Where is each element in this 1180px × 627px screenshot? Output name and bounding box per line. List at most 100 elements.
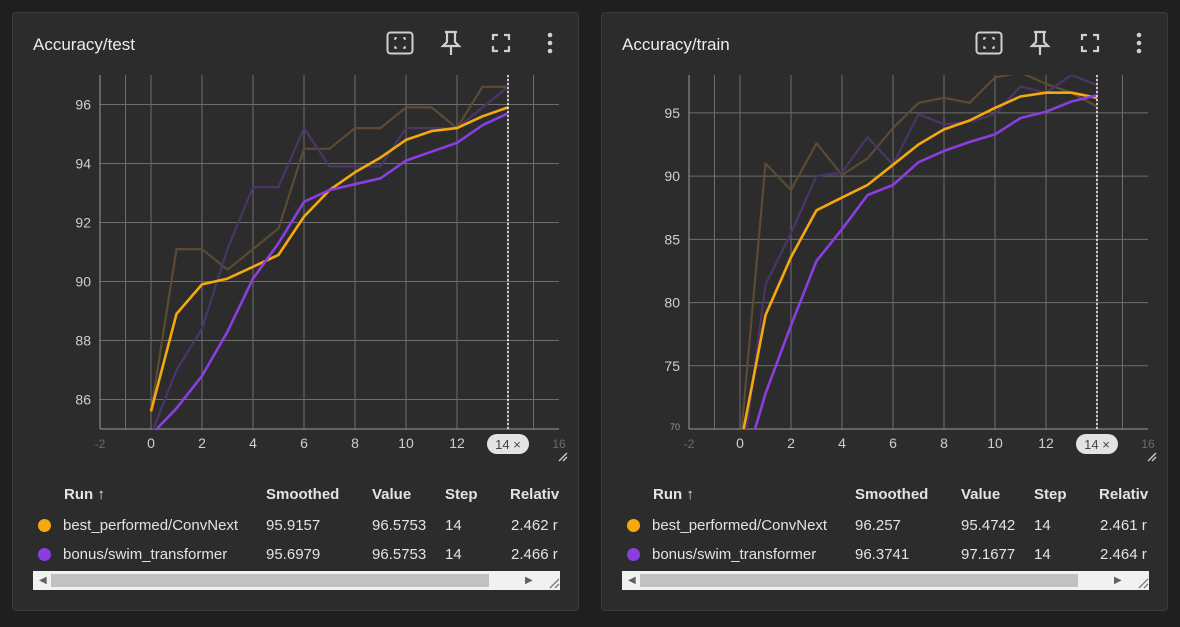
- svg-text:14 ×: 14 ×: [495, 437, 521, 452]
- scrollbar-thumb[interactable]: [640, 574, 1078, 587]
- y-tick-label: 90: [664, 168, 680, 184]
- x-tick-label: 16: [1141, 437, 1155, 451]
- cell-relative: 2.464 r: [1100, 546, 1147, 563]
- cell-smoothed: 95.6979: [266, 546, 321, 563]
- cell-step: 14: [445, 546, 462, 563]
- y-tick-label: 80: [664, 295, 680, 311]
- scroll-left-icon[interactable]: ◀: [628, 575, 636, 586]
- y-tick-label: 70: [670, 422, 680, 432]
- pin-icon[interactable]: [437, 29, 465, 57]
- plot-resize-icon: [1147, 452, 1157, 462]
- cell-value: 97.1677: [961, 546, 1016, 563]
- x-tick-label: 16: [552, 437, 566, 451]
- card-title: Accuracy/test: [33, 35, 136, 54]
- scroll-right-icon[interactable]: ▶: [525, 575, 533, 586]
- column-header-run[interactable]: Run ↑: [64, 486, 105, 503]
- series-line-convnext[interactable]: [740, 91, 1098, 448]
- x-tick-label: 4: [838, 435, 846, 451]
- cell-relative: 2.466 r: [511, 546, 558, 563]
- column-header-relative: Relativ: [1099, 486, 1149, 503]
- fullscreen-icon[interactable]: [1076, 29, 1104, 57]
- y-tick-label: 96: [75, 97, 91, 113]
- more-vert-icon[interactable]: [536, 29, 564, 57]
- series-line-swim-raw[interactable]: [740, 75, 1098, 469]
- x-tick-label: 2: [787, 435, 795, 451]
- cell-step: 14: [1034, 546, 1051, 563]
- y-tick-label: 88: [75, 333, 91, 349]
- table-row[interactable]: bonus/swim_transformer 95.6979 96.5753 14 2.…: [13, 544, 578, 568]
- x-tick-label: -2: [684, 437, 695, 451]
- card-title: Accuracy/train: [622, 35, 730, 54]
- x-tick-label: 10: [398, 435, 414, 451]
- table-row[interactable]: best_performed/ConvNext 96.257 95.4742 14 2.…: [602, 515, 1167, 539]
- line-chart[interactable]: 70 75 80 85 90 95 -2 0 2 4 6 8 10 12 16 14 ×: [602, 73, 1168, 469]
- table-row[interactable]: bonus/swim_transformer 96.3741 97.1677 14 2.…: [602, 544, 1167, 568]
- chart-card-accuracy-test: Accuracy/test 86 88 90 92 94 96 -2 0 2 4 6 8 10 12 16 1…: [12, 12, 579, 611]
- cell-run: bonus/swim_transformer: [63, 546, 228, 563]
- table-header: Run ↑ Smoothed Value Step Relativ: [602, 469, 1167, 503]
- cell-value: 95.4742: [961, 517, 1016, 534]
- horizontal-scrollbar[interactable]: ◀ ▶: [622, 571, 1149, 590]
- x-tick-label: 2: [198, 435, 206, 451]
- fit-domain-icon[interactable]: [975, 29, 1003, 57]
- run-color-dot[interactable]: [627, 519, 640, 532]
- run-color-dot[interactable]: [627, 548, 640, 561]
- scroll-left-icon[interactable]: ◀: [39, 575, 47, 586]
- y-tick-label: 92: [75, 215, 91, 231]
- series-line-swim[interactable]: [740, 93, 1098, 469]
- column-header-value: Value: [372, 486, 412, 503]
- series-line-convnext-raw[interactable]: [149, 85, 508, 412]
- x-tick-label: 4: [249, 435, 257, 451]
- y-tick-label: 85: [664, 231, 680, 247]
- step-cursor-chip[interactable]: 14 ×: [1076, 434, 1118, 454]
- x-tick-label: 0: [736, 435, 744, 451]
- cell-smoothed: 96.257: [855, 517, 901, 534]
- table-header: Run ↑ Smoothed Value Step Relativ: [13, 469, 578, 503]
- run-color-dot[interactable]: [38, 519, 51, 532]
- cell-relative: 2.461 r: [1100, 517, 1147, 534]
- plot-resize-icon: [558, 452, 568, 462]
- cell-value: 96.5753: [372, 546, 427, 563]
- cell-run: best_performed/ConvNext: [63, 517, 239, 534]
- run-color-dot[interactable]: [38, 548, 51, 561]
- chart-card-accuracy-train: Accuracy/train 70 75 80 85 90 95 -2 0 2 4 6 8 10 12 16…: [601, 12, 1168, 611]
- step-cursor-chip[interactable]: 14 ×: [487, 434, 529, 454]
- x-tick-label: 8: [940, 435, 948, 451]
- column-header-step: Step: [1034, 486, 1067, 503]
- fit-domain-icon[interactable]: [386, 29, 414, 57]
- cell-smoothed: 95.9157: [266, 517, 321, 534]
- pin-icon[interactable]: [1026, 29, 1054, 57]
- table-row[interactable]: best_performed/ConvNext 95.9157 96.5753 14 2…: [13, 515, 578, 539]
- column-header-step: Step: [445, 486, 478, 503]
- y-tick-label: 90: [75, 274, 91, 290]
- y-tick-label: 86: [75, 392, 91, 408]
- column-header-value: Value: [961, 486, 1001, 503]
- cell-step: 14: [1034, 517, 1051, 534]
- series-line-swim[interactable]: [151, 112, 509, 435]
- line-chart[interactable]: 86 88 90 92 94 96 -2 0 2 4 6 8 10 12 16 14 ×: [13, 73, 579, 469]
- column-header-relative: Relativ: [510, 486, 560, 503]
- x-tick-label: 12: [1038, 435, 1054, 451]
- x-tick-label: 8: [351, 435, 359, 451]
- x-tick-label: 0: [147, 435, 155, 451]
- cell-step: 14: [445, 517, 462, 534]
- scrollbar-thumb[interactable]: [51, 574, 489, 587]
- series-line-convnext-raw[interactable]: [740, 73, 1098, 448]
- horizontal-scrollbar[interactable]: ◀ ▶: [33, 571, 560, 590]
- svg-text:14 ×: 14 ×: [1084, 437, 1110, 452]
- y-tick-label: 95: [664, 105, 680, 121]
- series-line-convnext[interactable]: [149, 106, 509, 412]
- y-tick-label: 94: [75, 156, 91, 172]
- more-vert-icon[interactable]: [1125, 29, 1153, 57]
- y-tick-label: 75: [664, 358, 680, 374]
- fullscreen-icon[interactable]: [487, 29, 515, 57]
- x-tick-label: 10: [987, 435, 1003, 451]
- column-header-run[interactable]: Run ↑: [653, 486, 694, 503]
- series-line-swim-raw[interactable]: [151, 85, 509, 435]
- x-tick-label: 6: [889, 435, 897, 451]
- x-tick-label: 6: [300, 435, 308, 451]
- scroll-right-icon[interactable]: ▶: [1114, 575, 1122, 586]
- resize-corner-icon[interactable]: [548, 577, 560, 589]
- cell-run: bonus/swim_transformer: [652, 546, 817, 563]
- resize-corner-icon[interactable]: [1137, 577, 1149, 589]
